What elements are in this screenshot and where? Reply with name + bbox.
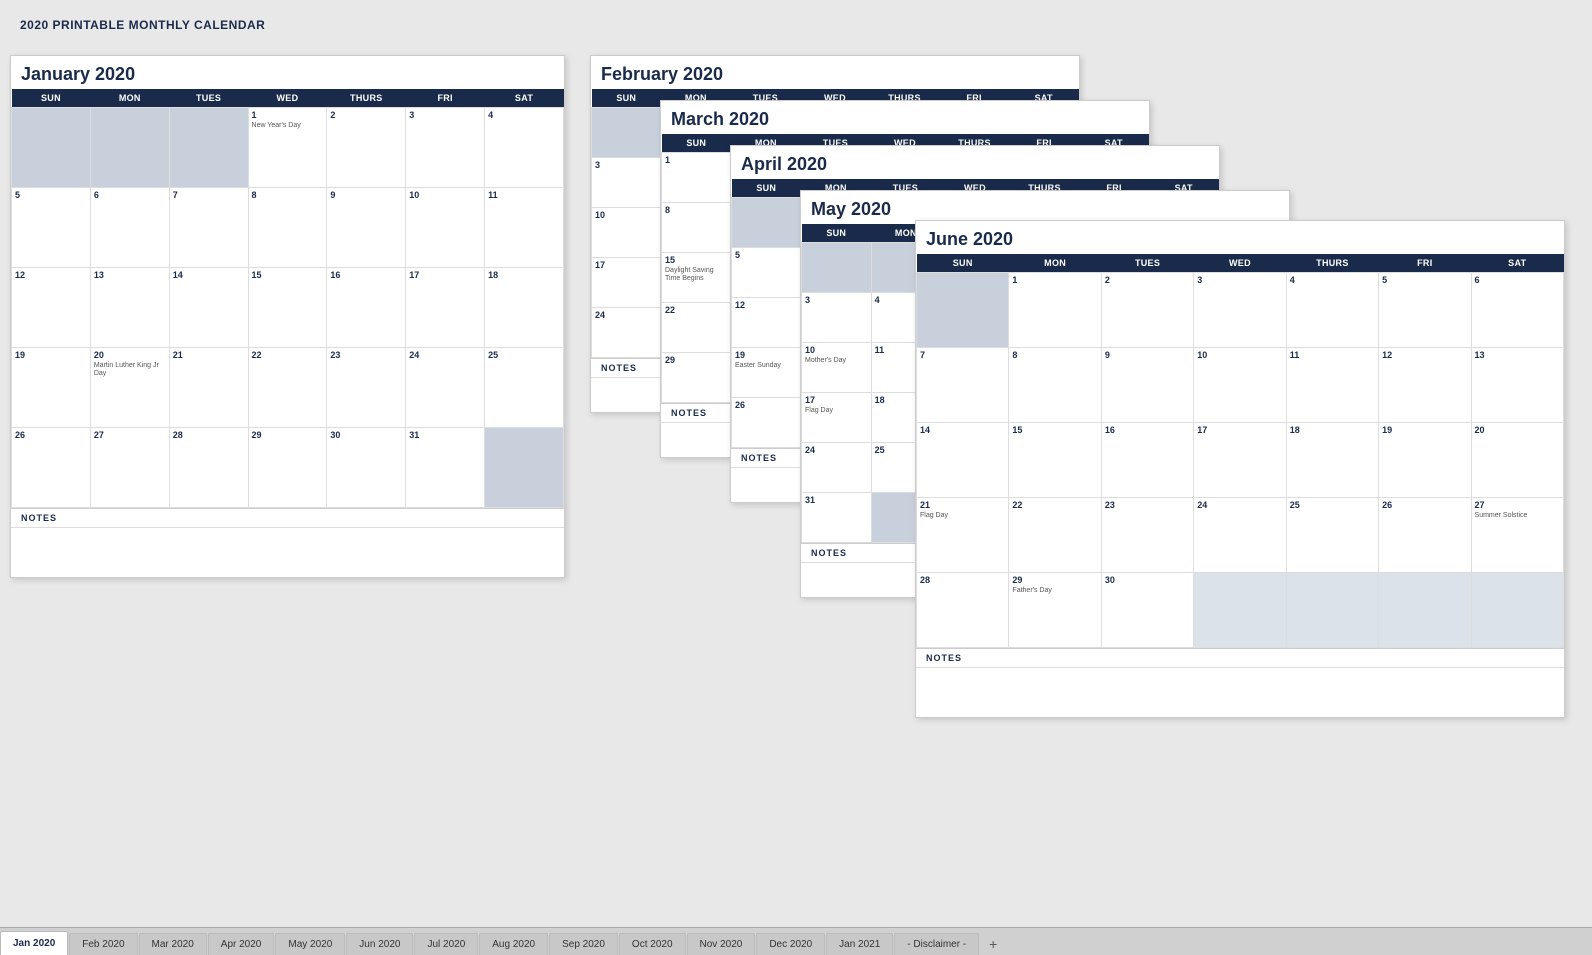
table-row: 19 20Martin Luther King Jr Day 21 22 23 … — [12, 348, 564, 428]
jan-header-sun: SUN — [12, 89, 91, 108]
table-row: 7 8 9 10 11 12 13 — [917, 348, 1564, 423]
jan-title: January 2020 — [11, 56, 564, 89]
calendar-june: June 2020 SUN MON TUES WED THURS FRI SAT — [915, 220, 1565, 718]
jan-cell: 11 — [485, 188, 564, 268]
jan-cell: 17 — [406, 268, 485, 348]
table-row: 12 13 14 15 16 17 18 — [12, 268, 564, 348]
jun-notes: NOTES — [916, 648, 1564, 667]
jan-cell: 9 — [327, 188, 406, 268]
jan-cell: 30 — [327, 428, 406, 508]
tab-sep-2020[interactable]: Sep 2020 — [549, 933, 618, 955]
tab-nov-2020[interactable]: Nov 2020 — [687, 933, 756, 955]
tab-oct-2020[interactable]: Oct 2020 — [619, 933, 686, 955]
jan-header-sat: SAT — [485, 89, 564, 108]
jun-table: SUN MON TUES WED THURS FRI SAT 1 2 3 — [916, 254, 1564, 648]
tab-jan-label: Jan 2020 — [13, 938, 55, 949]
table-row: 28 29Father's Day 30 — [917, 573, 1564, 648]
jan-cell: 26 — [12, 428, 91, 508]
jan-cell: 3 — [406, 108, 485, 188]
tab-jun-2020[interactable]: Jun 2020 — [346, 933, 413, 955]
jan-cell: 8 — [248, 188, 327, 268]
tab-feb-label: Feb 2020 — [82, 939, 124, 950]
tab-feb-2020[interactable]: Feb 2020 — [69, 933, 137, 955]
tab-jan-2020[interactable]: Jan 2020 — [0, 931, 68, 955]
tab-may-2020[interactable]: May 2020 — [275, 933, 345, 955]
tab-jun-label: Jun 2020 — [359, 939, 400, 950]
jan-cell: 10 — [406, 188, 485, 268]
feb-h-sun: SUN — [592, 89, 662, 108]
tab-aug-2020[interactable]: Aug 2020 — [479, 933, 548, 955]
tab-disclaimer-label: - Disclaimer - — [907, 939, 966, 950]
jan-cell: 6 — [90, 188, 169, 268]
tab-sep-label: Sep 2020 — [562, 939, 605, 950]
jan-cell: 23 — [327, 348, 406, 428]
jan-cell: 1New Year's Day — [248, 108, 327, 188]
jan-cell: 12 — [12, 268, 91, 348]
jan-header-thu: THURS — [327, 89, 406, 108]
jun-title: June 2020 — [916, 221, 1564, 254]
tab-mar-2020[interactable]: Mar 2020 — [139, 933, 207, 955]
jan-cell: 19 — [12, 348, 91, 428]
jan-cell: 20Martin Luther King Jr Day — [90, 348, 169, 428]
jan-cell: 31 — [406, 428, 485, 508]
table-row: 26 27 28 29 30 31 — [12, 428, 564, 508]
jan-cell — [90, 108, 169, 188]
table-row: 21Flag Day 22 23 24 25 26 27Summer Solst… — [917, 498, 1564, 573]
jan-cell: 25 — [485, 348, 564, 428]
tab-apr-label: Apr 2020 — [221, 939, 262, 950]
tab-may-label: May 2020 — [288, 939, 332, 950]
tab-oct-label: Oct 2020 — [632, 939, 673, 950]
page-title: 2020 PRINTABLE MONTHLY CALENDAR — [20, 18, 1572, 32]
tab-add-button[interactable]: + — [982, 933, 1004, 955]
jan-header-wed: WED — [248, 89, 327, 108]
jan-cell: 2 — [327, 108, 406, 188]
jan-cell: 14 — [169, 268, 248, 348]
tab-mar-label: Mar 2020 — [152, 939, 194, 950]
jan-cell: 7 — [169, 188, 248, 268]
tab-jan-2021[interactable]: Jan 2021 — [826, 933, 893, 955]
jan-cell: 29 — [248, 428, 327, 508]
jan-cell: 27 — [90, 428, 169, 508]
table-row: 14 15 16 17 18 19 20 — [917, 423, 1564, 498]
jan-cell — [12, 108, 91, 188]
tab-jan2021-label: Jan 2021 — [839, 939, 880, 950]
feb-title: February 2020 — [591, 56, 1079, 89]
calendar-january: January 2020 SUN MON TUES WED THURS FRI … — [10, 55, 565, 578]
tab-dec-2020[interactable]: Dec 2020 — [756, 933, 825, 955]
jan-cell: 15 — [248, 268, 327, 348]
jan-table: SUN MON TUES WED THURS FRI SAT 1New Y — [11, 89, 564, 508]
jan-cell: 28 — [169, 428, 248, 508]
jan-cell: 5 — [12, 188, 91, 268]
tab-jul-2020[interactable]: Jul 2020 — [414, 933, 478, 955]
jan-cell: 24 — [406, 348, 485, 428]
jan-cell: 16 — [327, 268, 406, 348]
tab-aug-label: Aug 2020 — [492, 939, 535, 950]
tab-bar: Jan 2020 Feb 2020 Mar 2020 Apr 2020 May … — [0, 927, 1592, 955]
jan-notes: NOTES — [11, 508, 564, 527]
jan-header-fri: FRI — [406, 89, 485, 108]
jan-cell: 22 — [248, 348, 327, 428]
table-row: 1New Year's Day 2 3 4 — [12, 108, 564, 188]
tab-apr-2020[interactable]: Apr 2020 — [208, 933, 275, 955]
tab-jul-label: Jul 2020 — [427, 939, 465, 950]
jan-cell — [485, 428, 564, 508]
jan-header-mon: MON — [90, 89, 169, 108]
jan-header-tue: TUES — [169, 89, 248, 108]
mar-title: March 2020 — [661, 101, 1149, 134]
jan-cell — [169, 108, 248, 188]
tab-nov-label: Nov 2020 — [700, 939, 743, 950]
table-row: 1 2 3 4 5 6 — [917, 273, 1564, 348]
jan-cell: 21 — [169, 348, 248, 428]
jan-cell: 18 — [485, 268, 564, 348]
app-container: 2020 PRINTABLE MONTHLY CALENDAR January … — [0, 0, 1592, 955]
tab-dec-label: Dec 2020 — [769, 939, 812, 950]
apr-title: April 2020 — [731, 146, 1219, 179]
jan-cell: 4 — [485, 108, 564, 188]
jan-cell: 13 — [90, 268, 169, 348]
tab-disclaimer[interactable]: - Disclaimer - — [894, 933, 979, 955]
main-content: 2020 PRINTABLE MONTHLY CALENDAR January … — [0, 0, 1592, 927]
table-row: 5 6 7 8 9 10 11 — [12, 188, 564, 268]
